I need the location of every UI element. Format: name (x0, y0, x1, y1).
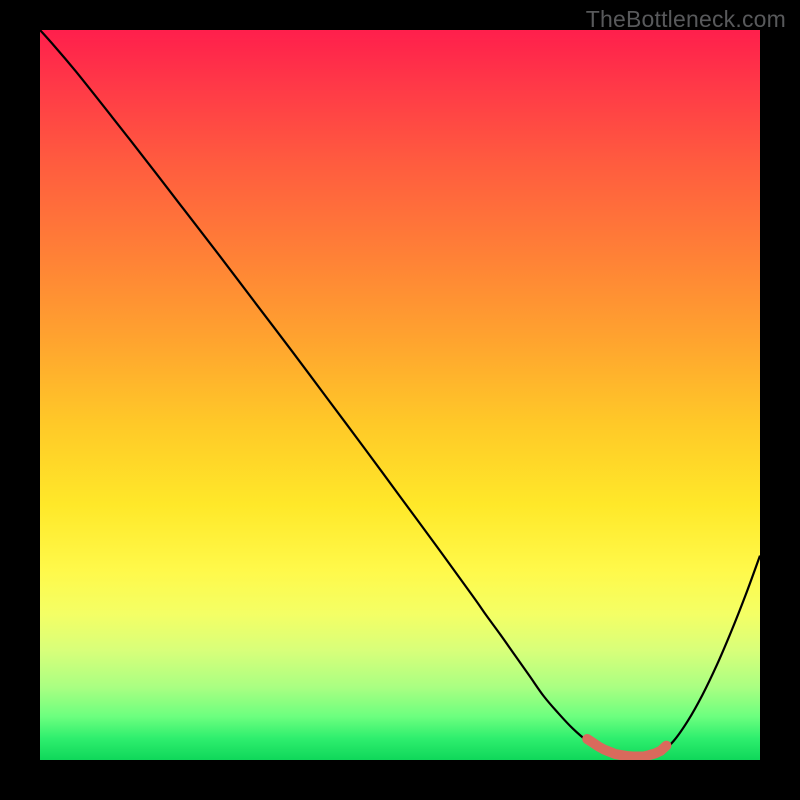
bottleneck-curve (40, 30, 760, 759)
watermark-attribution: TheBottleneck.com (586, 6, 786, 33)
optimal-range-highlight (587, 739, 666, 757)
plot-area (40, 30, 760, 760)
bottleneck-chart (40, 30, 760, 760)
